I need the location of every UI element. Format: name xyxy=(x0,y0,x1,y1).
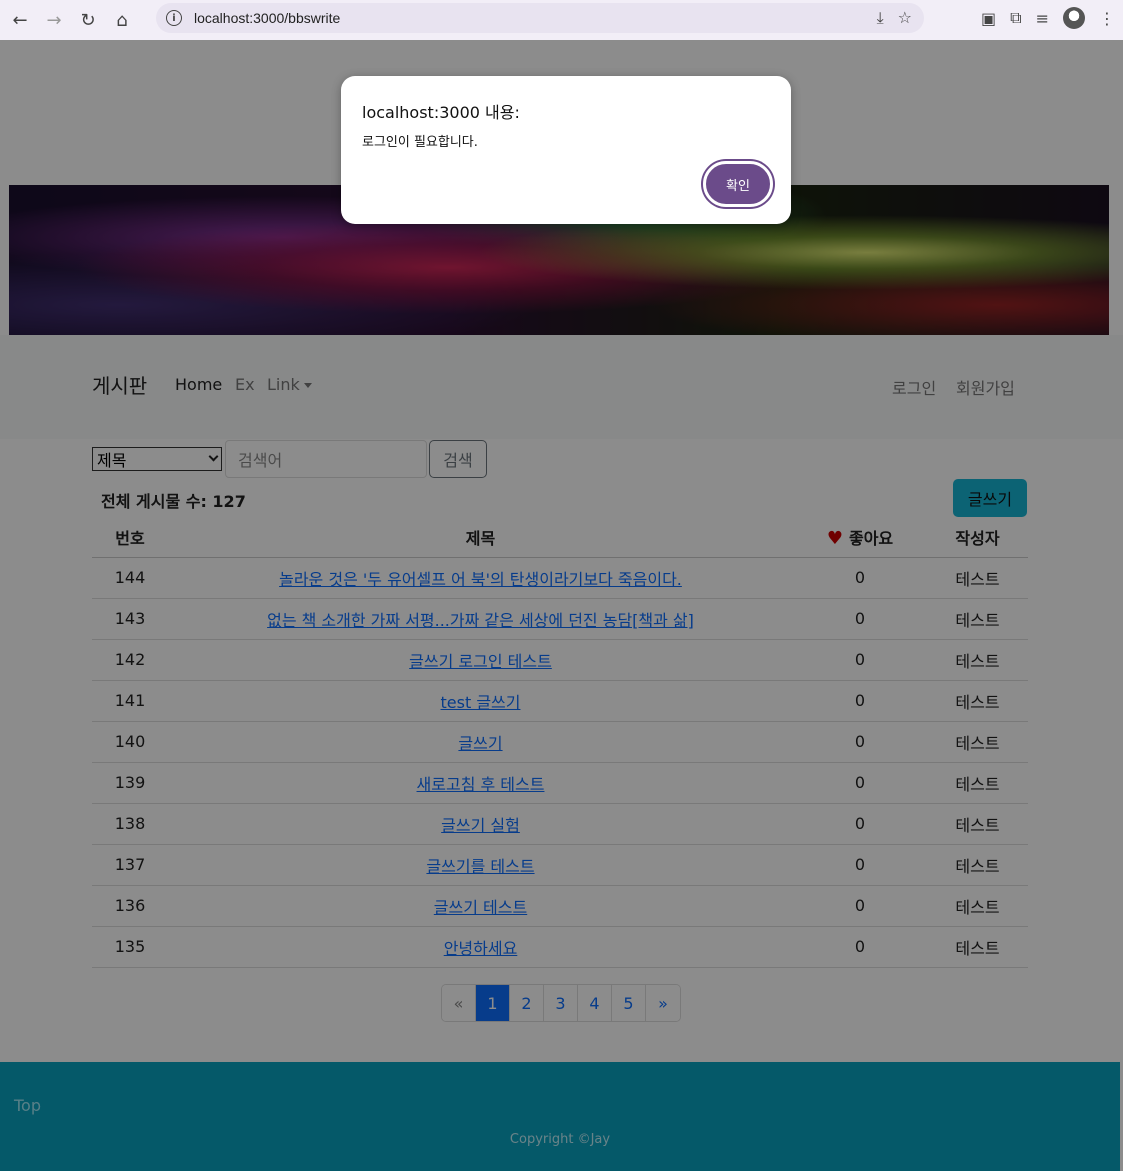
back-icon[interactable]: ← xyxy=(3,3,37,37)
bookmark-star-icon[interactable]: ☆ xyxy=(898,8,912,28)
browser-toolbar: ← → ↻ ⌂ i localhost:3000/bbswrite ⤓ ☆ ▣ … xyxy=(0,0,1123,40)
playlist-icon[interactable]: ≡ xyxy=(1036,9,1049,28)
home-icon[interactable]: ⌂ xyxy=(105,3,139,37)
menu-dots-icon[interactable]: ⋮ xyxy=(1099,9,1115,28)
site-info-icon[interactable]: i xyxy=(166,10,182,26)
forward-icon[interactable]: → xyxy=(37,3,71,37)
extensions-icon[interactable]: ⧉ xyxy=(1010,8,1021,28)
dialog-ok-button[interactable]: 확인 xyxy=(703,161,773,207)
alert-dialog: localhost:3000 내용: 로그인이 필요합니다. 확인 xyxy=(341,76,791,224)
dialog-title: localhost:3000 내용: xyxy=(362,103,520,122)
address-url[interactable]: localhost:3000/bbswrite xyxy=(194,10,340,26)
dialog-message: 로그인이 필요합니다. xyxy=(362,135,478,150)
media-icon[interactable]: ▣ xyxy=(981,9,996,28)
address-bar[interactable]: i localhost:3000/bbswrite ⤓ ☆ xyxy=(156,3,924,33)
reload-icon[interactable]: ↻ xyxy=(71,3,105,37)
profile-avatar[interactable] xyxy=(1063,7,1085,29)
modal-overlay: localhost:3000 내용: 로그인이 필요합니다. 확인 xyxy=(0,40,1123,1171)
install-icon[interactable]: ⤓ xyxy=(877,8,884,28)
